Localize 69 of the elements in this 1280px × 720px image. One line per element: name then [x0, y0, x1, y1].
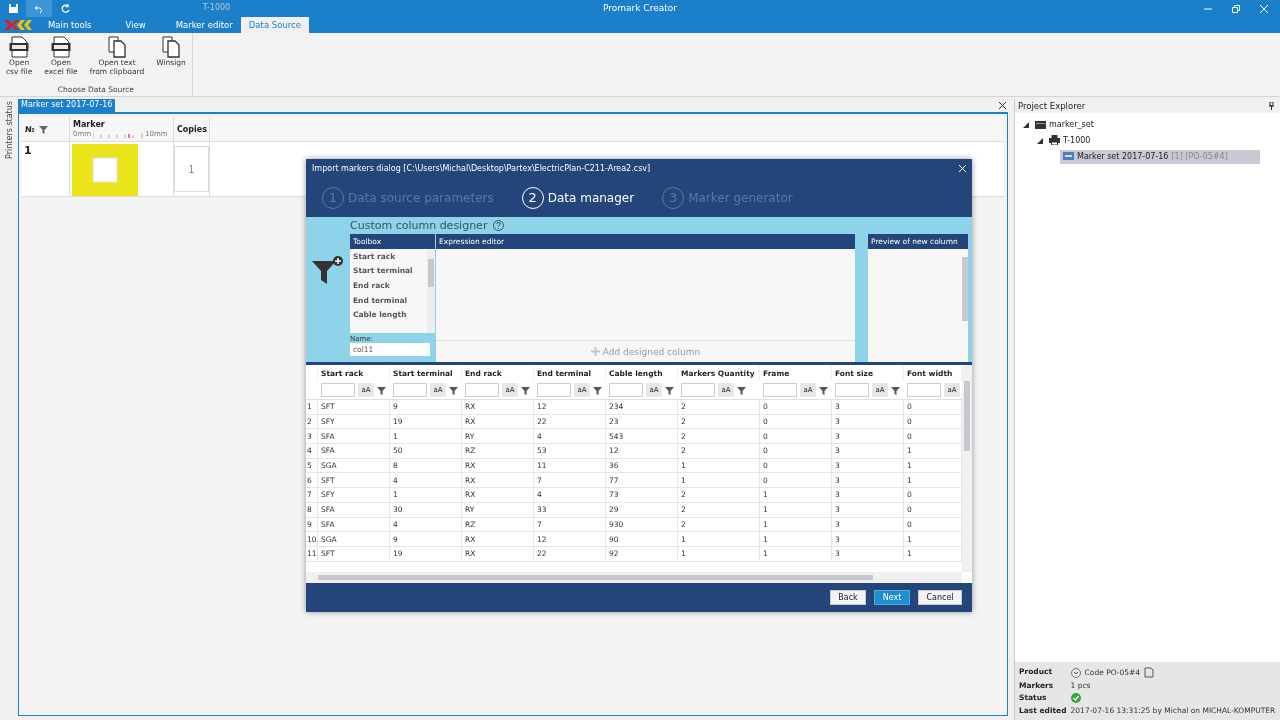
csv-file-icon — [9, 36, 30, 58]
pin-icon — [1269, 102, 1274, 110]
filter-icon — [819, 385, 828, 395]
dialog-button[interactable]: Cancel — [918, 590, 962, 605]
help-icon — [493, 220, 505, 231]
save-icon — [8, 4, 18, 13]
add-filter-icon — [312, 256, 344, 286]
tree-item[interactable]: T-1000 — [1046, 133, 1094, 149]
row-number: 1 — [24, 144, 32, 159]
context-group-label: T-1000 — [201, 3, 232, 12]
redo-icon — [60, 4, 70, 13]
filter-icon — [377, 385, 386, 395]
column-header: Copies — [177, 124, 208, 134]
section-title: Custom column designer — [350, 219, 488, 232]
close-icon — [959, 165, 966, 172]
dialog-title: Import markers dialog [C:\Users\Michal\Desktop\Partex\ElectricPlan-C211-Area2.csv] — [312, 164, 651, 173]
filter-field[interactable] — [537, 383, 571, 397]
column-header: № — [25, 124, 35, 134]
ruler-drawing — [93, 133, 144, 138]
copy-document-icon — [161, 36, 182, 58]
copy-document-icon — [107, 36, 127, 58]
scrollbar[interactable] — [962, 365, 972, 572]
scrollbar[interactable] — [427, 249, 435, 333]
filter-icon — [737, 385, 746, 395]
filter-icon — [593, 385, 602, 395]
restore-icon — [1232, 4, 1240, 13]
filter-field[interactable] — [763, 383, 797, 397]
logo-icon — [4, 20, 32, 30]
ribbon-tab[interactable]: Main tools — [40, 17, 100, 33]
column-header: Marker — [73, 120, 105, 129]
printer-icon — [1049, 135, 1060, 145]
filter-field[interactable] — [321, 383, 355, 397]
plus-icon — [590, 347, 600, 356]
copies-spinner[interactable]: 1 — [174, 146, 209, 192]
close-icon — [1260, 4, 1268, 13]
filter-field[interactable] — [835, 383, 869, 397]
scrollbar[interactable] — [306, 572, 962, 583]
wizard-step[interactable]: 2 Data manager — [521, 186, 635, 209]
ribbon-tab[interactable]: Data Source — [240, 17, 309, 33]
side-panel-tab[interactable]: Printers status — [4, 101, 14, 159]
dialog-button[interactable]: Next — [874, 590, 910, 605]
filter-icon — [521, 385, 530, 395]
filter-icon — [38, 124, 48, 134]
dropdown-icon — [1070, 667, 1081, 678]
panel-title: Project Explorer — [1018, 101, 1086, 111]
expand-arrow-icon[interactable] — [1023, 122, 1029, 128]
ribbon-tab[interactable]: Marker editor — [167, 17, 241, 33]
tree-item[interactable]: Marker set 2017-07-16 [1] [PO-05#4] — [1060, 149, 1260, 165]
check-icon — [1070, 693, 1081, 703]
excel-file-icon — [51, 36, 71, 58]
undo-icon — [34, 4, 44, 13]
filter-icon — [665, 385, 674, 395]
filter-field[interactable] — [681, 383, 715, 397]
tree-item[interactable]: marker_set — [1032, 117, 1097, 133]
filter-field[interactable] — [907, 383, 941, 397]
filter-icon — [891, 385, 900, 395]
close-icon — [999, 102, 1006, 109]
filter-icon — [449, 385, 458, 395]
document-tab[interactable]: Marker set 2017-07-16 — [18, 99, 116, 112]
document-icon — [1144, 667, 1155, 678]
window-title: Promark Creator — [603, 3, 677, 13]
label-icon — [1063, 152, 1074, 161]
dialog-button[interactable]: Back — [830, 590, 866, 605]
expand-arrow-icon[interactable] — [1037, 138, 1043, 144]
filter-field[interactable] — [465, 383, 499, 397]
folder-icon — [1035, 119, 1046, 129]
filter-field[interactable] — [393, 383, 427, 397]
ribbon-tab[interactable]: View — [117, 17, 154, 33]
filter-field[interactable] — [609, 383, 643, 397]
